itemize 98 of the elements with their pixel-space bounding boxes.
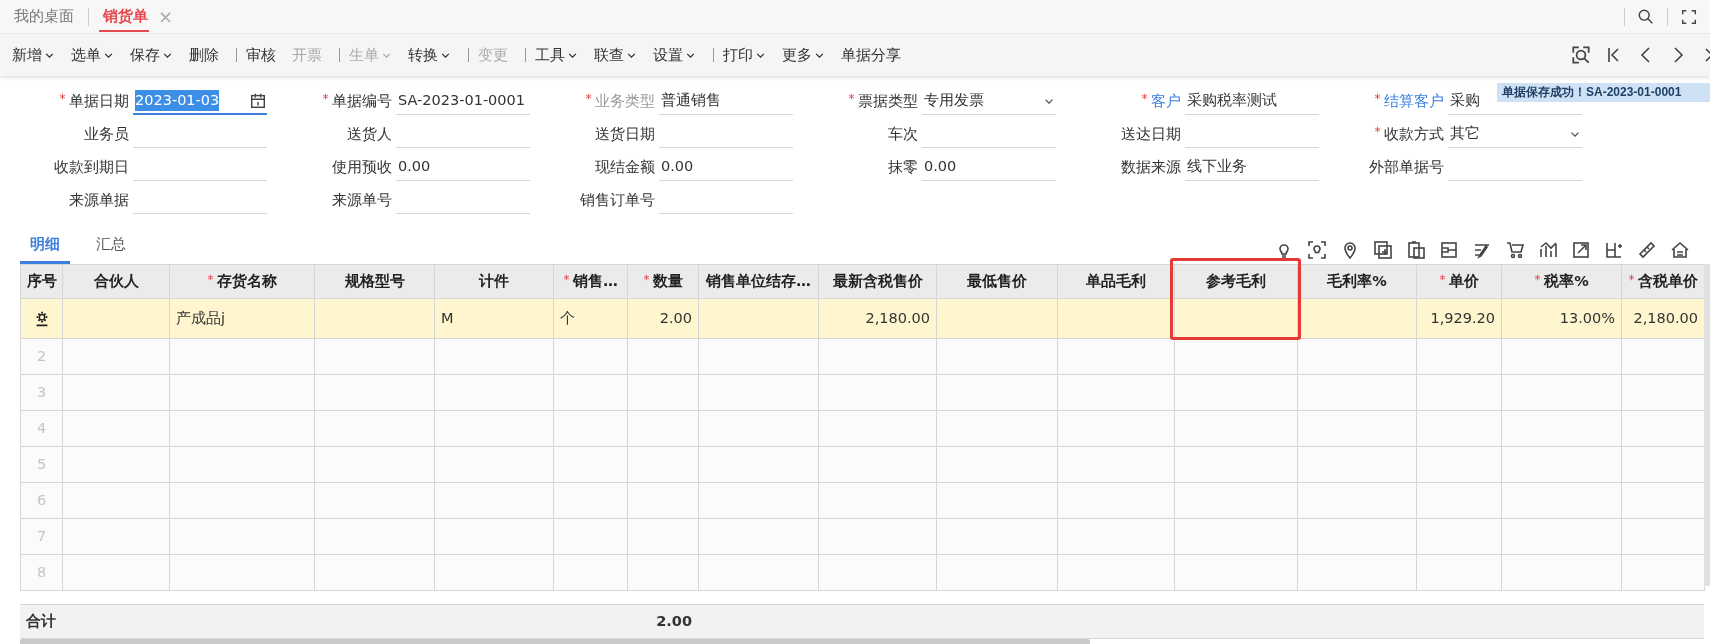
tab[interactable]: 我的桌面 xyxy=(0,0,88,34)
table-cell: M xyxy=(434,298,554,339)
column-header[interactable]: 参考毛利 xyxy=(1174,264,1298,299)
layout-icon[interactable] xyxy=(1604,240,1624,260)
toolbar-button[interactable]: 审核 xyxy=(238,34,284,76)
table-cell: 2,180.00 xyxy=(1621,298,1705,339)
input-field[interactable]: 0.00 xyxy=(396,154,530,181)
total-label: 合计 xyxy=(20,604,62,639)
column-header[interactable]: 税率% xyxy=(1501,264,1622,299)
required-icon xyxy=(1534,273,1542,281)
field-label: 来源单据 xyxy=(68,190,130,212)
toolbar-button[interactable]: 打印 xyxy=(715,34,774,76)
column-header[interactable]: 计件 xyxy=(434,264,554,299)
column-header[interactable]: 存货名称 xyxy=(169,264,315,299)
calendar-icon[interactable] xyxy=(249,91,267,110)
add-icon[interactable] xyxy=(1373,240,1393,260)
required-icon xyxy=(1628,273,1635,281)
table-cell: 1,929.20 xyxy=(1416,298,1502,339)
field-label: 收款方式 xyxy=(1328,123,1448,146)
column-header[interactable]: 最低售价 xyxy=(936,264,1058,299)
preview-icon[interactable] xyxy=(1570,44,1592,66)
field-label: 车次 xyxy=(887,124,919,146)
field-label: 数据来源 xyxy=(1120,157,1182,179)
field-label: 业务类型 xyxy=(539,90,659,113)
input-field[interactable]: 0.00 xyxy=(922,154,1056,181)
column-header[interactable]: 单价 xyxy=(1416,264,1502,299)
required-icon xyxy=(1374,126,1381,134)
field-label: 现结金额 xyxy=(594,157,656,179)
field-label: 单据日期 xyxy=(13,90,133,113)
required-icon xyxy=(59,93,66,101)
column-header[interactable]: 合伙人 xyxy=(62,264,170,299)
field-label: 票据类型 xyxy=(802,90,922,113)
field-label: 业务员 xyxy=(83,124,130,146)
field-label: 收款到期日 xyxy=(53,157,130,179)
field-label: 使用预收 xyxy=(331,157,393,179)
table-cell: 个 xyxy=(553,298,628,339)
required-icon xyxy=(563,273,571,281)
input-field[interactable]: 0.00 xyxy=(659,154,793,181)
input-field[interactable]: 采购税率测试 xyxy=(1185,88,1319,115)
total-cell: 2.00 xyxy=(627,604,698,639)
cart-icon[interactable] xyxy=(1505,240,1525,260)
field-label: 单据编号 xyxy=(276,90,396,113)
required-icon xyxy=(848,93,855,101)
column-header[interactable]: 含税单价 xyxy=(1621,264,1705,299)
export-icon[interactable] xyxy=(1571,240,1591,260)
required-icon xyxy=(643,273,650,281)
column-header[interactable]: 单品毛利 xyxy=(1057,264,1175,299)
table-cell: 2,180.00 xyxy=(818,298,937,339)
field-label: 来源单号 xyxy=(331,190,393,212)
required-icon xyxy=(322,93,329,101)
required-icon xyxy=(207,273,214,281)
dropdown-field[interactable]: 专用发票 xyxy=(922,88,1056,115)
toolbar-button[interactable]: 删除 xyxy=(181,34,238,76)
dropdown-field[interactable]: 其它 xyxy=(1448,121,1582,148)
required-icon xyxy=(585,93,592,101)
search-icon[interactable] xyxy=(1637,7,1655,26)
column-header[interactable]: 规格型号 xyxy=(314,264,435,299)
paste-icon[interactable] xyxy=(1406,240,1426,260)
tab[interactable]: 汇总 xyxy=(86,232,136,264)
toolbar-button[interactable]: 保存 xyxy=(122,34,181,76)
toolbar-button[interactable]: 设置 xyxy=(645,34,715,76)
field-label[interactable]: 客户 xyxy=(1065,90,1185,113)
input-field[interactable]: 线下业务 xyxy=(1185,154,1319,181)
tab[interactable]: 销货单 × xyxy=(89,0,188,34)
toolbar-button[interactable]: 单据分享 xyxy=(833,34,909,76)
toolbar-button[interactable]: 更多 xyxy=(774,34,833,76)
chart-icon[interactable] xyxy=(1538,240,1558,260)
toolbar-button[interactable]: 转换 xyxy=(400,34,470,76)
toolbar-button[interactable]: 新增 xyxy=(4,34,63,76)
required-icon xyxy=(1374,93,1381,101)
required-icon xyxy=(1439,273,1446,281)
scan-icon[interactable] xyxy=(1307,240,1327,260)
ruler-icon[interactable] xyxy=(1637,240,1657,260)
field-label: 外部单据号 xyxy=(1368,157,1445,179)
input-field[interactable]: SA-2023-01-0001 xyxy=(396,88,530,115)
field-label: 送达日期 xyxy=(1120,124,1182,146)
table-cell: 产成品j xyxy=(169,298,315,339)
column-header[interactable]: 销售单位结存… xyxy=(698,264,819,299)
vertical-scrollbar[interactable] xyxy=(1704,264,1710,586)
save-success-toast: 单据保存成功！SA-2023-01-0001 xyxy=(1497,83,1710,102)
field-label: 送货人 xyxy=(346,124,393,146)
house-icon[interactable] xyxy=(1670,240,1690,260)
column-header[interactable]: 序号 xyxy=(20,264,63,299)
column-header[interactable]: 最新含税售价 xyxy=(818,264,937,299)
field-label: 抹零 xyxy=(887,157,919,179)
required-icon xyxy=(1141,93,1148,101)
toolbar-button[interactable]: 工具 xyxy=(527,34,586,76)
field-label: 销售订单号 xyxy=(579,190,656,212)
field-label: 送货日期 xyxy=(594,124,656,146)
table-cell: 13.00% xyxy=(1501,298,1622,339)
field-label[interactable]: 结算客户 xyxy=(1328,90,1448,113)
toolbar-button[interactable]: 联查 xyxy=(586,34,645,76)
table-cell: 2.00 xyxy=(627,298,699,339)
box-icon[interactable] xyxy=(1439,240,1459,260)
toolbar-button[interactable]: 选单 xyxy=(63,34,122,76)
column-header[interactable]: 销售… xyxy=(553,264,628,299)
fullscreen-icon[interactable] xyxy=(1680,7,1698,26)
column-header[interactable]: 数量 xyxy=(627,264,699,299)
